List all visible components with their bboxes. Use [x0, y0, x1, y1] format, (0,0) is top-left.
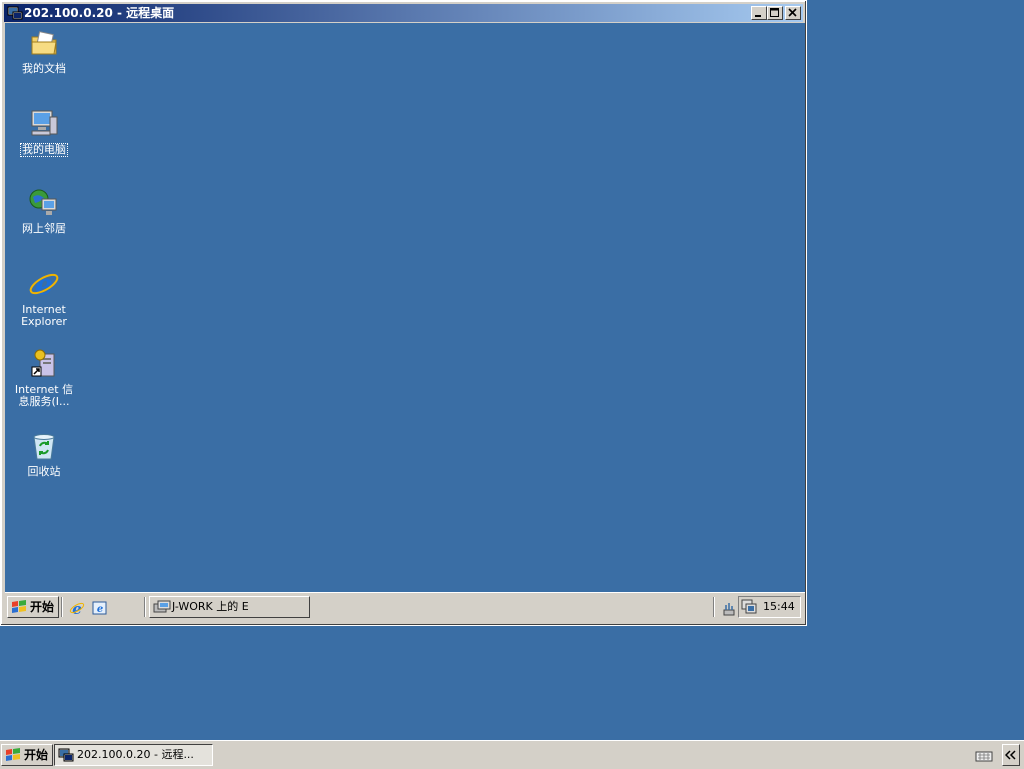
tray-expand-button[interactable]	[1002, 744, 1020, 766]
double-chevron-left-icon	[1005, 750, 1016, 760]
host-taskbar: 开始 202.100.0.20 - 远程...	[0, 740, 1024, 769]
svg-text:e: e	[35, 268, 53, 300]
remote-desktop-area[interactable]: 我的文档 我的电脑 网上邻居 e Internet Explorer Inter…	[5, 23, 805, 623]
remote-taskbar: 开始 e e J-WORK 上的 E 15:44	[5, 592, 805, 623]
start-label: 开始	[24, 748, 49, 762]
recycle-bin-icon	[33, 434, 55, 460]
task-button-label: 202.100.0.20 - 远程...	[77, 748, 194, 761]
taskbar-separator	[713, 597, 715, 617]
minimize-button[interactable]	[751, 6, 767, 20]
svg-text:e: e	[97, 604, 103, 615]
my-computer-icon	[31, 110, 58, 136]
desktop-icon-label: 回收站	[27, 465, 61, 478]
internet-explorer-icon: e	[29, 268, 59, 300]
close-button[interactable]	[785, 6, 801, 20]
network-places-icon	[29, 189, 57, 215]
iis-shortcut-icon	[31, 349, 55, 377]
taskbar-separator	[61, 597, 63, 617]
desktop-icon-label: 网上邻居	[22, 222, 66, 235]
maximize-icon	[770, 8, 779, 17]
show-desktop-quicklaunch-icon[interactable]: e	[92, 600, 108, 616]
remote-desktop-icon	[58, 748, 74, 762]
computer-management-icon	[153, 600, 171, 613]
ie-quicklaunch-icon[interactable]: e	[69, 600, 85, 616]
tray-remote-session-icon[interactable]	[741, 599, 757, 615]
maximize-button[interactable]	[767, 6, 783, 20]
desktop-icon-my-documents[interactable]: 我的文档	[6, 27, 82, 75]
taskbar-separator	[144, 597, 146, 617]
minimize-icon	[755, 15, 761, 17]
remote-desktop-icon	[7, 6, 23, 20]
keyboard-layout-icon[interactable]	[975, 748, 993, 764]
tray-network-icon[interactable]	[721, 601, 737, 617]
window-title-bar[interactable]: 202.100.0.20 - 远程桌面	[4, 4, 803, 22]
window-title: 202.100.0.20 - 远程桌面	[24, 6, 175, 20]
host-start-button[interactable]: 开始	[1, 744, 54, 766]
desktop-icon-my-computer[interactable]: 我的电脑	[6, 107, 82, 157]
desktop-icon-label: Internet 信息服务(I...	[14, 383, 74, 408]
window-controls	[751, 6, 801, 20]
system-tray: 15:44	[738, 596, 801, 618]
svg-text:e: e	[72, 600, 82, 616]
desktop-icon-label: Internet Explorer	[21, 303, 67, 328]
desktop-icon-internet-explorer[interactable]: e Internet Explorer	[6, 268, 82, 328]
host-task-button-remote-desktop[interactable]: 202.100.0.20 - 远程...	[54, 744, 213, 766]
start-label: 开始	[30, 600, 55, 614]
desktop-icon-network-places[interactable]: 网上邻居	[6, 187, 82, 235]
desktop-icon-recycle-bin[interactable]: 回收站	[6, 430, 82, 478]
close-icon	[788, 8, 797, 17]
desktop-icon-label: 我的电脑	[20, 143, 68, 157]
tray-clock[interactable]: 15:44	[763, 600, 795, 613]
remote-desktop-window[interactable]: 202.100.0.20 - 远程桌面 我的文档 我的电脑 网上邻居 e Int…	[0, 0, 807, 626]
desktop-icon-iis-shortcut[interactable]: Internet 信息服务(I...	[6, 348, 82, 408]
windows-flag-icon	[12, 600, 26, 613]
my-documents-folder-icon	[31, 31, 57, 55]
desktop-icon-label: 我的文档	[22, 62, 66, 75]
remote-start-button[interactable]: 开始	[7, 596, 60, 618]
remote-task-button[interactable]: J-WORK 上的 E	[149, 596, 310, 618]
windows-flag-icon	[6, 748, 20, 761]
task-button-label: J-WORK 上的 E	[172, 600, 249, 613]
